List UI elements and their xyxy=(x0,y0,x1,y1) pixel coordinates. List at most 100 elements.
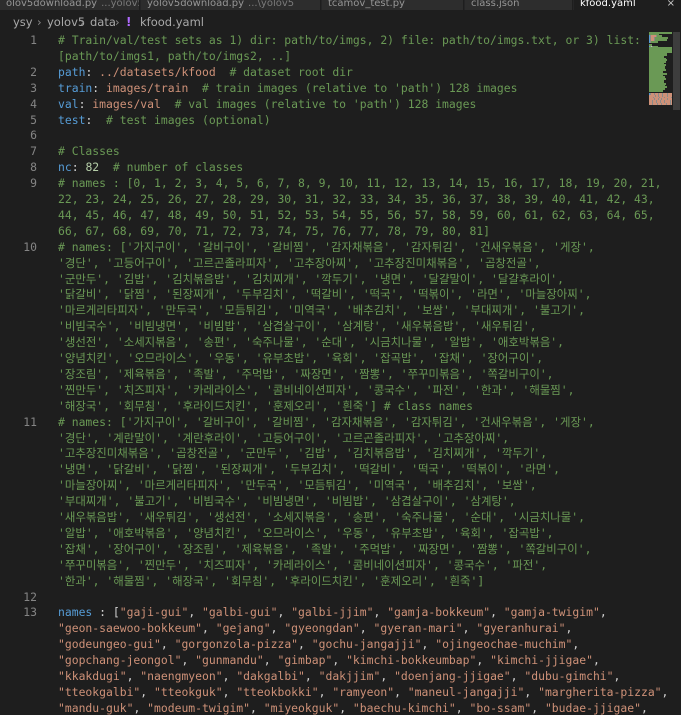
token-str: "bo-ssam" xyxy=(469,700,532,715)
code-line[interactable]: 4 val: images/val # val images (relative … xyxy=(0,96,646,112)
breadcrumb: ysy › yolov5 › data › ! kfood.yaml xyxy=(0,12,681,32)
line-number: 1 xyxy=(30,33,37,47)
token-str: "ramyeon" xyxy=(332,684,395,699)
code-line[interactable]: 13 names : ["gaji-gui", "galbi-gui", "gal… xyxy=(0,604,646,620)
code-line[interactable]: 8 nc: 82 # number of classes xyxy=(0,159,646,175)
code-line[interactable]: 66, 67, 68, 69, 70, 71, 72, 73, 74, 75, … xyxy=(0,223,646,239)
code-line[interactable]: '고추장진미채볶음', '곱창전골', '군만두', '김밥', '김치볶음밥'… xyxy=(0,445,646,461)
code-line[interactable]: '찐만두', '치즈피자', '카레라이스', '콤비네이션피자', '콩국수'… xyxy=(0,382,646,398)
code-line[interactable]: 11 # names: ['가지구이', '갈비구이', '갈비찜', '감자채볶… xyxy=(0,414,646,430)
token-str: "gimbap" xyxy=(277,653,333,668)
code-line[interactable]: '닭갈비', '닭찜', '된장찌개', '두부김치', '떡갈비', '떡국'… xyxy=(0,286,646,302)
code-text: # Train/val/test sets as 1) dir: path/to… xyxy=(58,32,641,48)
code-line[interactable]: "mandu-guk", "modeum-twigim", "miyeokguk… xyxy=(0,700,648,715)
code-line[interactable]: [path/to/imgs1, path/to/imgs2, ..] xyxy=(0,48,646,64)
token-str: "doenjang-jjigae" xyxy=(394,669,511,683)
tab-path-hint: ...\yolov5 xyxy=(248,0,295,9)
code-line[interactable]: '새우볶음밥', '새우튀김', '생선전', '소세지볶음', '송편', '… xyxy=(0,509,646,525)
code-line[interactable]: 2 path: ../datasets/kfood # dataset root … xyxy=(0,64,646,80)
code-line[interactable]: '마늘장아찌', '마르게리타피자', '만두국', '모듬튀김', '미역국'… xyxy=(0,477,646,493)
token-str: "gorgonzola-pizza" xyxy=(174,637,299,652)
code-line[interactable]: '경단', '고등어구이', '고르곤졸라피자', '고추장아찌', '고추장진… xyxy=(0,255,646,271)
code-line[interactable]: '잡채', '장어구이', '장조림', '제육볶음', '족발', '주먹밥'… xyxy=(0,541,646,557)
token-str: "maneul-jangajji" xyxy=(407,684,525,699)
token-str: "modeum-twigim" xyxy=(147,700,251,715)
code-text: '비빔국수', '비빔냉면', '비빔밥', '삼겹살구이', '삼계탕', '… xyxy=(58,318,537,334)
code-line[interactable]: '쭈꾸미볶음', '찐만두', '치즈피자', '카레라이스', '콤비네이션피… xyxy=(0,557,646,573)
code-line[interactable]: '냉면', '닭갈비', '닭찜', '된장찌개', '두부김치', '떡갈비'… xyxy=(0,461,646,477)
tab-class-json[interactable]: class.json xyxy=(465,0,573,10)
code-line[interactable]: 9 # names : [0, 1, 2, 3, 4, 5, 6, 7, 8, 9… xyxy=(0,175,661,191)
token-plain: , xyxy=(476,653,491,668)
scrollbar-thumb[interactable] xyxy=(673,32,680,110)
code-line[interactable]: 1 # Train/val/test sets as 1) dir: path/t… xyxy=(0,32,646,48)
breadcrumb-separator-icon: › xyxy=(37,15,42,29)
token-comment: [path/to/imgs1, path/to/imgs2, ..] xyxy=(58,48,292,63)
token-plain: , xyxy=(222,684,237,699)
code-line[interactable]: '해장국', '회무침', '후라이드치킨', '훈제오리', '흰죽'] # … xyxy=(0,398,646,414)
code-line[interactable]: '알밥', '애호박볶음', '양념치킨', '오므라이스', '우동', '유… xyxy=(0,525,646,541)
code-editor[interactable]: 1 # Train/val/test sets as 1) dir: path/t… xyxy=(0,32,681,715)
vertical-scrollbar[interactable] xyxy=(672,32,681,715)
tab-tcamov-test-py[interactable]: tcamov_test.py xyxy=(322,0,464,10)
code-text: "gopchang-jeongol", "gunmandu", "gimbap"… xyxy=(58,652,600,668)
line-number: 5 xyxy=(30,112,37,127)
breadcrumb-item-kfood-yaml[interactable]: kfood.yaml xyxy=(140,12,204,32)
token-comment: '생선전', '소세지볶음', '송편', '숙주나물', '순대', '시금치… xyxy=(58,335,565,350)
token-plain: : xyxy=(85,112,107,127)
code-line[interactable]: 10 # names: ['가지구이', '갈비구이', '갈비찜', '감자채볶… xyxy=(0,239,646,255)
code-line[interactable]: '부대찌개', '불고기', '비빔국수', '비빔냉면', '비빔밥', '삼… xyxy=(0,493,646,509)
code-line[interactable]: "tteokgalbi", "tteokguk", "tteokbokki", … xyxy=(0,684,668,700)
tab-olov5download-py[interactable]: olov5download.py ...yolov5 xyxy=(0,0,140,10)
line-number: 3 xyxy=(30,80,37,95)
token-str: "gamja-twigim" xyxy=(503,605,600,620)
code-line[interactable]: "godeungeo-gui", "gorgonzola-pizza", "go… xyxy=(0,636,646,652)
code-line[interactable]: 6 xyxy=(0,127,646,143)
code-line[interactable]: '경단', '계란말이', '계란후라이', '고등어구이', '고르곤졸라피자… xyxy=(0,430,646,446)
tab-kfood-yaml[interactable]: kfood.yaml × xyxy=(574,0,681,10)
token-plain: , xyxy=(640,700,648,715)
code-line[interactable]: 22, 23, 24, 25, 26, 27, 28, 29, 30, 31, … xyxy=(0,191,655,207)
code-line[interactable]: 5 test: # test images (optional) xyxy=(0,112,646,128)
code-line[interactable]: "gopchang-jeongol", "gunmandu", "gimbap"… xyxy=(0,652,646,668)
token-plain: , xyxy=(373,605,388,620)
tab-label: tcamov_test.py xyxy=(328,0,405,9)
token-comment: '냉면', '닭갈비', '닭찜', '된장찌개', '두부김치', '떡갈비'… xyxy=(58,462,561,477)
code-line[interactable]: 12 xyxy=(0,589,646,605)
code-line[interactable]: "kkakdugi", "naengmyeon", "dakgalbi", "d… xyxy=(0,668,646,684)
token-comment: # dataset root dir xyxy=(229,64,353,79)
code-line[interactable]: '양념치킨', '오므라이스', '우동', '유부초밥', '육회', '잡곡… xyxy=(0,350,646,366)
token-comment: '한과', '해물찜', '해장국', '회무침', '후라이드치킨', '훈제… xyxy=(58,573,485,588)
tab-label: yolov5download.py xyxy=(147,0,245,9)
code-line[interactable]: 3 train: images/train # train images (rel… xyxy=(0,80,646,96)
code-text: '부대찌개', '불고기', '비빔국수', '비빔냉면', '비빔밥', '삼… xyxy=(58,493,516,509)
code-text: '마늘장아찌', '마르게리타피자', '만두국', '모듬튀김', '미역국'… xyxy=(58,477,537,493)
token-comment: # number of classes xyxy=(112,160,244,175)
breadcrumb-item-data[interactable]: data xyxy=(90,12,116,32)
close-icon[interactable]: × xyxy=(667,0,675,9)
code-text: '한과', '해물찜', '해장국', '회무침', '후라이드치킨', '훈제… xyxy=(58,573,484,589)
code-line[interactable]: "geon-saewoo-bokkeum", "gejang", "gyeong… xyxy=(0,620,646,636)
line-number: 9 xyxy=(30,176,37,191)
token-comment: '경단', '고등어구이', '고르곤졸라피자', '고추장아찌', '고추장진… xyxy=(58,255,541,270)
code-line[interactable]: '한과', '해물찜', '해장국', '회무침', '후라이드치킨', '훈제… xyxy=(0,573,646,589)
code-line[interactable]: '생선전', '소세지볶음', '송편', '숙주나물', '순대', '시금치… xyxy=(0,334,646,350)
token-str: "gochu-jangajji" xyxy=(311,637,422,652)
code-line[interactable]: 7 # Classes xyxy=(0,143,646,159)
code-line[interactable]: '비빔국수', '비빔냉면', '비빔밥', '삼겹살구이', '삼계탕', '… xyxy=(0,318,646,334)
code-text: '알밥', '애호박볶음', '양념치킨', '오므라이스', '우동', '유… xyxy=(58,525,554,541)
token-plain: , xyxy=(126,669,141,683)
code-text: "kkakdugi", "naengmyeon", "dakgalbi", "d… xyxy=(58,668,620,684)
code-line[interactable]: '장조림', '제육볶음', '족발', '주먹밥', '짜장면', '짬뽕',… xyxy=(0,366,646,382)
code-line[interactable]: '마르게리타피자', '만두국', '모듬튀김', '미역국', '배추김치',… xyxy=(0,302,646,318)
token-str: "gejang" xyxy=(215,621,271,636)
token-str: "galbi-gui" xyxy=(202,605,278,620)
tab-yolov5download-py[interactable]: yolov5download.py ...\yolov5 xyxy=(141,0,321,10)
token-str: "gyeranhurai" xyxy=(476,621,566,636)
code-line[interactable]: 44, 45, 46, 47, 48, 49, 50, 51, 52, 53, … xyxy=(0,207,655,223)
breadcrumb-item-ysy[interactable]: ysy xyxy=(13,12,33,32)
code-line[interactable]: '군만두', '김밥', '김치볶음밥', '김치찌개', '깍두기', '냉면… xyxy=(0,271,646,287)
